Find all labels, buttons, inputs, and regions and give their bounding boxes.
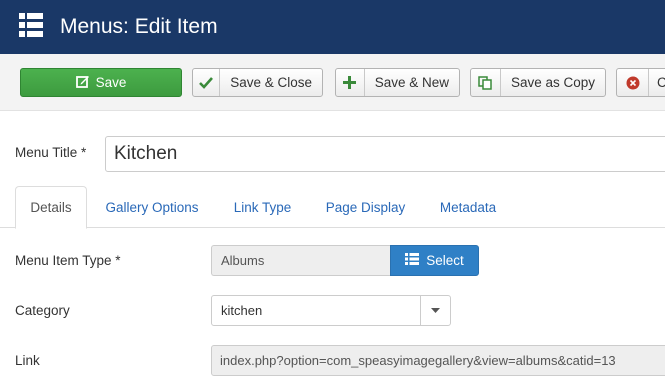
plus-icon: [336, 69, 365, 96]
page-title: Menus: Edit Item: [60, 15, 218, 38]
select-button[interactable]: Select: [390, 245, 479, 276]
check-icon: [193, 69, 221, 96]
tab-metadata[interactable]: Metadata: [427, 186, 509, 228]
save-new-label: Save & New: [374, 75, 449, 90]
close-circle-icon: [617, 69, 649, 96]
tab-bar: Details Gallery Options Link Type Page D…: [0, 186, 665, 229]
save-copy-label: Save as Copy: [510, 75, 595, 90]
save-button[interactable]: Save: [20, 68, 182, 97]
select-button-label: Select: [426, 253, 464, 268]
category-value: kitchen: [221, 303, 263, 318]
tab-link-type[interactable]: Link Type: [220, 186, 305, 228]
list-icon: [19, 13, 43, 37]
edit-icon: [75, 74, 90, 91]
menu-item-type-field: Albums: [211, 245, 391, 276]
close-label: C: [649, 69, 665, 96]
save-close-button[interactable]: Save & Close: [192, 68, 323, 97]
menu-item-type-label: Menu Item Type *: [15, 253, 121, 268]
save-new-button[interactable]: Save & New: [335, 68, 460, 97]
close-button[interactable]: C: [616, 68, 665, 97]
caret-down-icon: [420, 296, 450, 325]
link-field: index.php?option=com_speasyimagegallery&…: [211, 345, 665, 376]
copy-icon: [471, 69, 501, 96]
toolbar: Save Save & Close Save & New Save as Cop…: [0, 54, 665, 111]
tab-page-display[interactable]: Page Display: [312, 186, 419, 228]
tab-gallery-options[interactable]: Gallery Options: [91, 186, 213, 228]
tab-details[interactable]: Details: [15, 186, 87, 229]
page-header: Menus: Edit Item: [0, 0, 665, 54]
save-copy-button[interactable]: Save as Copy: [470, 68, 606, 97]
link-label: Link: [15, 353, 40, 368]
menu-title-label: Menu Title *: [15, 145, 87, 160]
menu-title-input[interactable]: Kitchen: [105, 136, 665, 172]
save-close-label: Save & Close: [230, 75, 312, 90]
save-button-label: Save: [95, 75, 127, 90]
category-select[interactable]: kitchen: [211, 295, 451, 326]
category-label: Category: [15, 303, 70, 318]
list-icon: [405, 253, 420, 268]
